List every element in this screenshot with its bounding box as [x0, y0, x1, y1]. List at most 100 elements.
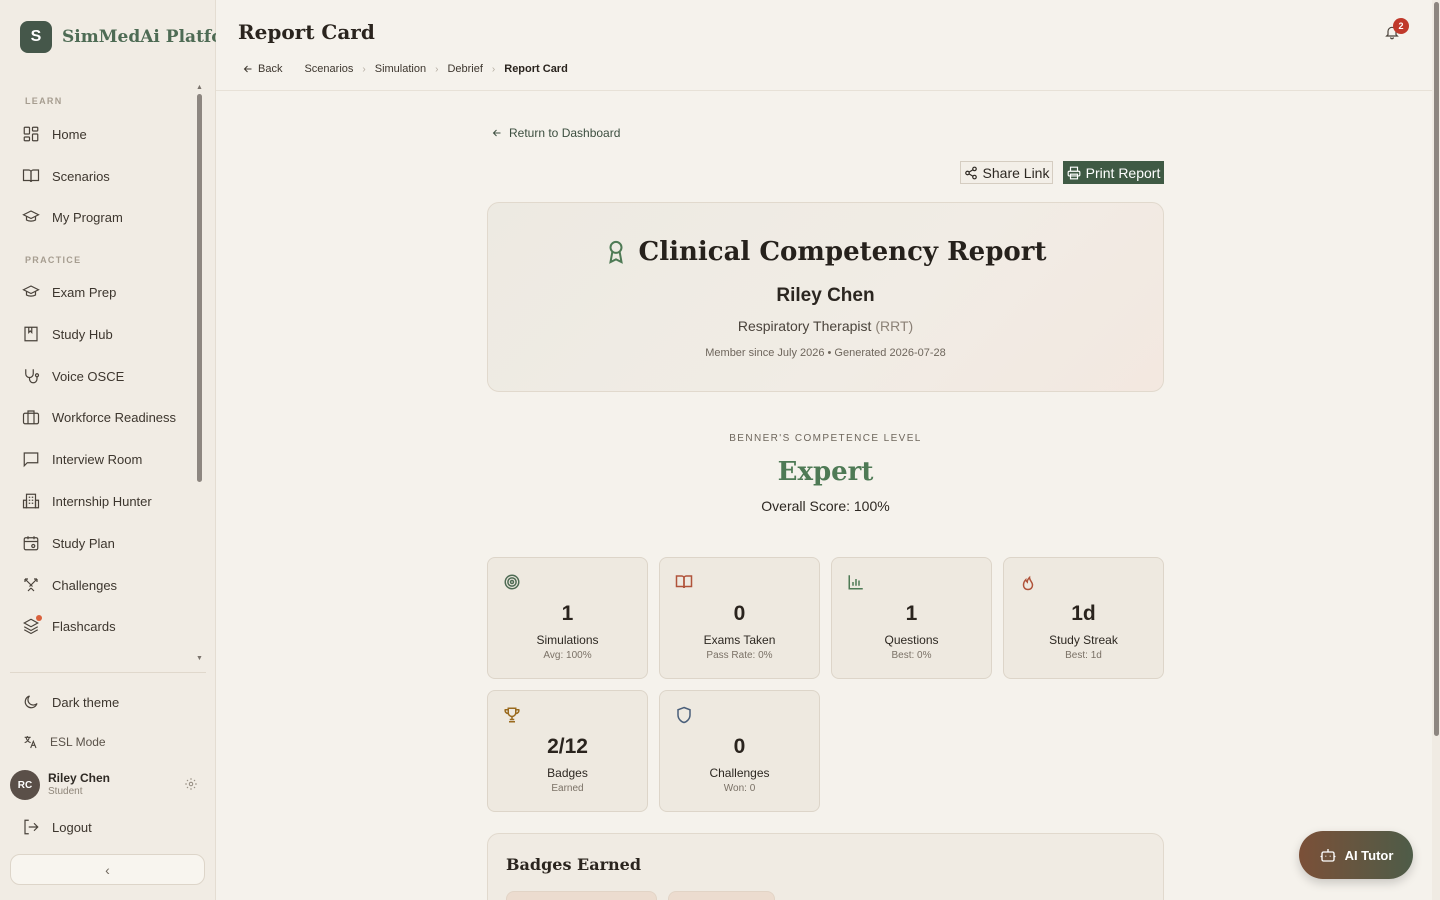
share-label: Share Link [982, 164, 1050, 181]
breadcrumb-scenarios[interactable]: Scenarios [304, 63, 353, 75]
benner-label: BENNER'S COMPETENCE LEVEL [729, 433, 922, 444]
brand-name: SimMedAi Platform [62, 27, 216, 47]
stat-label: Simulations [536, 633, 599, 647]
stat-card-simulations: 1 Simulations Avg: 100% [487, 557, 648, 679]
stat-label: Challenges [709, 766, 770, 780]
calendar-icon [23, 536, 39, 551]
chevron-right-icon: › [362, 63, 366, 75]
sidebar-item-label: Home [52, 126, 87, 142]
languages-icon [24, 736, 37, 749]
scroll-up-arrow[interactable]: ▲ [196, 84, 203, 91]
printer-icon [1067, 166, 1081, 179]
return-label: Return to Dashboard [509, 126, 621, 140]
book-open-icon [675, 575, 693, 589]
sidebar-item-interview-room[interactable]: Interview Room [22, 450, 142, 468]
stat-card-challenges: 0 Challenges Won: 0 [659, 690, 820, 812]
swords-icon [24, 578, 38, 592]
sidebar-item-label: Study Hub [52, 326, 113, 342]
esl-mode-toggle[interactable]: ESL Mode [22, 734, 106, 750]
stat-value: 1 [905, 602, 918, 625]
bot-icon [1320, 849, 1336, 862]
notification-count-badge: 2 [1393, 18, 1409, 34]
grid-icon [23, 126, 39, 142]
sidebar-item-scenarios[interactable]: Scenarios [22, 167, 110, 185]
graduation-cap-icon [22, 285, 40, 297]
report-title: Clinical Competency Report [488, 237, 1163, 267]
sidebar-item-label: Scenarios [52, 168, 110, 184]
arrow-left-icon [243, 65, 252, 73]
stat-value: 2/12 [547, 735, 588, 758]
badges-earned-section: Badges Earned [487, 833, 1164, 900]
stat-value: 0 [733, 602, 746, 625]
breadcrumb-current: Report Card [504, 63, 568, 75]
share-link-button[interactable]: Share Link [960, 161, 1053, 184]
stethoscope-icon [25, 369, 40, 384]
breadcrumb: Back Scenarios › Simulation › Debrief › … [242, 63, 568, 75]
print-report-button[interactable]: Print Report [1063, 161, 1164, 184]
badge-item[interactable] [506, 891, 657, 900]
stat-value: 1 [561, 602, 574, 625]
sidebar-item-label: Flashcards [52, 618, 116, 634]
notification-dot [36, 615, 42, 621]
shield-icon [677, 706, 691, 724]
chevron-right-icon: › [491, 63, 496, 75]
briefcase-icon [22, 410, 40, 425]
stat-sub: Pass Rate: 0% [706, 650, 773, 661]
brand[interactable]: S SimMedAi Platform [20, 21, 216, 53]
user-profile[interactable]: RC Riley Chen Student [10, 769, 206, 801]
sidebar-item-internship-hunter[interactable]: Internship Hunter [22, 492, 152, 510]
logout-label: Logout [52, 819, 92, 835]
overall-score: Overall Score: 100% [761, 498, 890, 514]
student-name: Riley Chen [776, 285, 875, 306]
gear-icon[interactable] [184, 777, 198, 791]
role-text: Respiratory Therapist [737, 318, 872, 334]
ai-tutor-label: AI Tutor [1344, 847, 1394, 863]
scroll-down-arrow[interactable]: ▼ [196, 655, 203, 662]
competence-level: Expert [777, 457, 874, 487]
sidebar-item-flashcards[interactable]: Flashcards [22, 615, 116, 635]
logout-button[interactable]: Logout [22, 818, 92, 836]
page-scrollbar-thumb[interactable] [1434, 2, 1439, 736]
report-header-card: Clinical Competency Report Riley Chen Re… [487, 202, 1164, 392]
breadcrumb-debrief[interactable]: Debrief [447, 63, 482, 75]
sidebar-item-workforce-readiness[interactable]: Workforce Readiness [22, 408, 176, 426]
avatar: RC [10, 770, 40, 800]
sidebar-item-label: Interview Room [52, 451, 143, 467]
back-button[interactable]: Back [242, 63, 282, 75]
sidebar-item-voice-osce[interactable]: Voice OSCE [22, 367, 124, 385]
stat-sub: Earned [551, 783, 584, 794]
dark-theme-toggle[interactable]: Dark theme [22, 693, 119, 711]
trophy-icon [504, 707, 520, 723]
sidebar-item-label: My Program [52, 209, 123, 225]
message-square-icon [23, 452, 39, 468]
stat-card-exams: 0 Exams Taken Pass Rate: 0% [659, 557, 820, 679]
sidebar-item-exam-prep[interactable]: Exam Prep [22, 283, 116, 301]
stat-card-badges: 2/12 Badges Earned [487, 690, 648, 812]
sidebar-item-challenges[interactable]: Challenges [22, 576, 117, 594]
award-icon [608, 240, 623, 264]
stat-sub: Best: 1d [1065, 650, 1102, 661]
chevron-left-icon: ‹ [105, 861, 110, 878]
print-label: Print Report [1085, 164, 1161, 181]
sidebar-item-my-program[interactable]: My Program [22, 208, 123, 226]
building-icon [22, 493, 40, 509]
sidebar-item-study-hub[interactable]: Study Hub [22, 325, 113, 343]
sidebar-item-study-plan[interactable]: Study Plan [22, 534, 115, 552]
sidebar-item-label: Workforce Readiness [52, 409, 177, 425]
badges-title: Badges Earned [506, 855, 642, 874]
role-abbreviation: (RRT) [875, 318, 914, 334]
stat-sub: Best: 0% [891, 650, 932, 661]
sidebar-item-label: Voice OSCE [52, 368, 125, 384]
sidebar-item-home[interactable]: Home [22, 125, 87, 143]
stat-label: Study Streak [1049, 633, 1118, 647]
back-label: Back [258, 63, 283, 75]
student-role: Respiratory Therapist (RRT) [488, 318, 1163, 334]
collapse-sidebar-button[interactable]: ‹ [10, 854, 205, 885]
sidebar-scrollbar[interactable] [197, 94, 202, 482]
badge-item[interactable] [668, 891, 775, 900]
return-to-dashboard-link[interactable]: Return to Dashboard [491, 126, 620, 140]
ai-tutor-button[interactable]: AI Tutor [1299, 831, 1413, 879]
esl-mode-label: ESL Mode [50, 735, 106, 749]
user-name: Riley Chen [48, 771, 111, 786]
breadcrumb-simulation[interactable]: Simulation [375, 63, 426, 75]
